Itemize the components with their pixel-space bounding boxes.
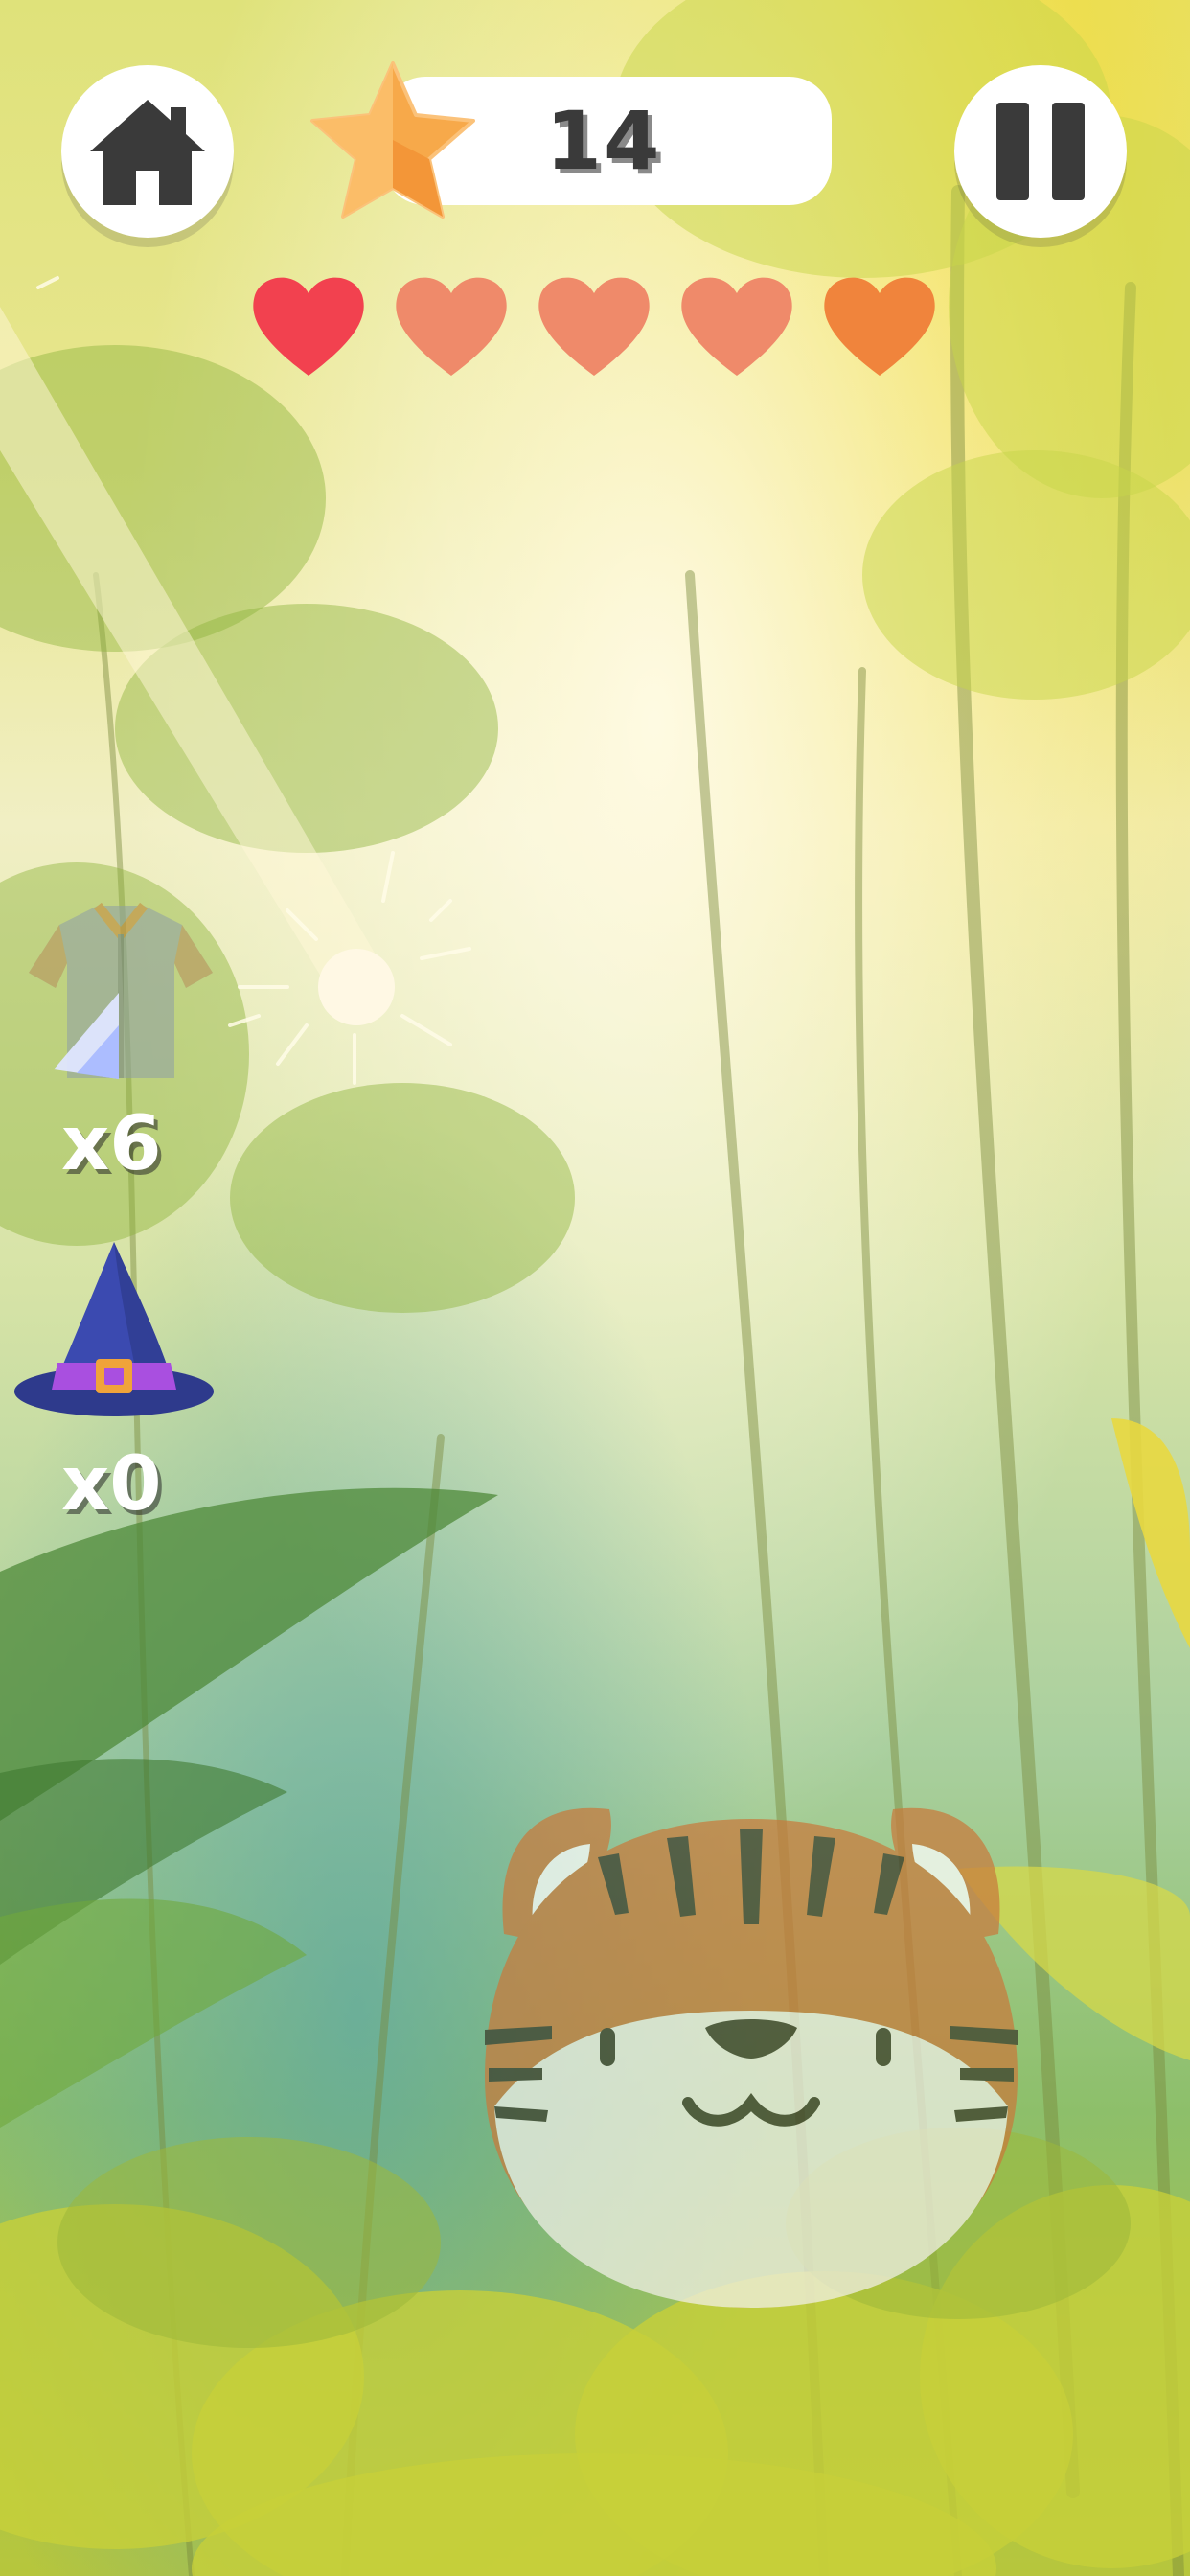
wizard-hat-count-label: x0: [61, 1441, 162, 1528]
heart-icon: [253, 277, 364, 376]
home-icon: [90, 100, 205, 205]
score-value: 14: [545, 94, 662, 188]
heart-icon: [538, 277, 650, 376]
tiger-character[interactable]: [475, 1790, 1027, 2327]
pause-icon: [996, 103, 1085, 200]
star-icon: [310, 61, 475, 218]
armor-count-label: x6: [61, 1101, 162, 1187]
heart-icon: [681, 277, 792, 376]
armor-shine-icon: [54, 993, 119, 1079]
pause-button[interactable]: [954, 65, 1127, 238]
wizard-hat-icon[interactable]: [13, 1238, 215, 1420]
game-screen: 14 x6 x0: [0, 0, 1190, 2576]
heart-icon: [824, 277, 935, 376]
home-button[interactable]: [61, 65, 234, 238]
heart-icon: [396, 277, 507, 376]
